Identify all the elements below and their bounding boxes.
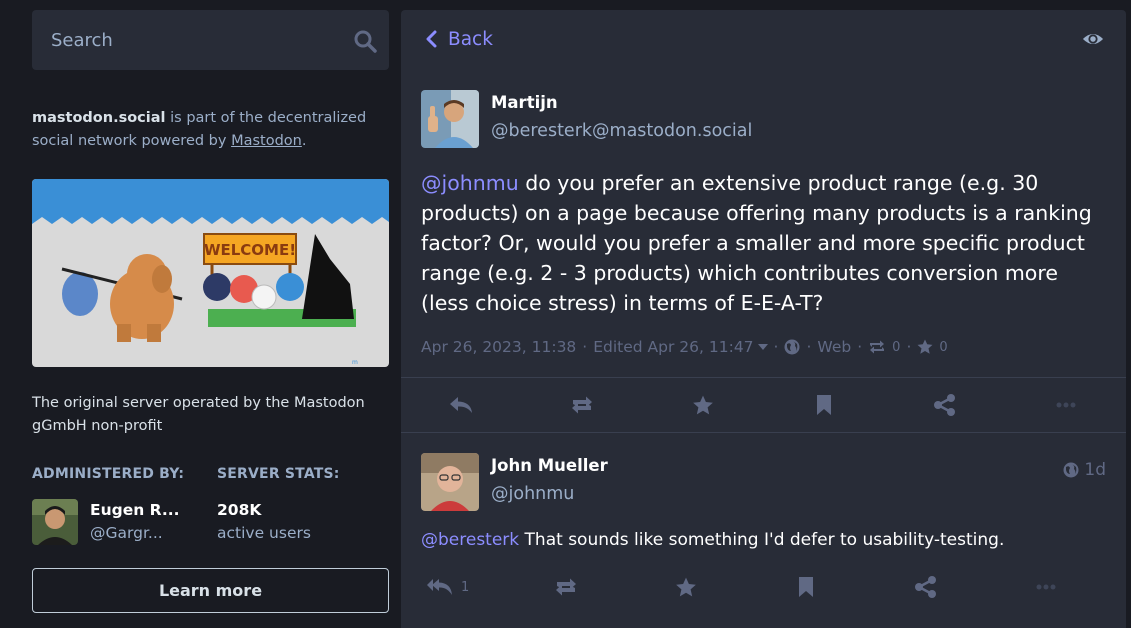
server-hero-image: WELCOME! m xyxy=(32,179,389,367)
server-stats-heading: SERVER STATS: xyxy=(217,466,340,482)
focused-status: Martijn @beresterk@mastodon.social @john… xyxy=(401,68,1126,356)
back-button[interactable]: Back xyxy=(425,29,493,50)
reply-account[interactable]: John Mueller @johnmu xyxy=(421,453,1106,511)
reply-status: John Mueller @johnmu 1d @beresterk That … xyxy=(401,432,1126,605)
reply-all-button[interactable]: 1 xyxy=(421,578,506,596)
active-users-count: 208K xyxy=(217,501,262,519)
thread-column: Back Martijn @beresterk@mastodon.social xyxy=(401,10,1126,628)
reply-mention-link[interactable]: @beresterk xyxy=(421,530,519,550)
meta-separator: · xyxy=(857,338,863,356)
reply-timestamp[interactable]: 1d xyxy=(1063,460,1106,480)
reply-action-bar: 1 xyxy=(421,569,1106,605)
active-users-label: active users xyxy=(217,524,311,542)
bookmark-button[interactable] xyxy=(763,395,884,415)
reply-content: @beresterk That sounds like something I'… xyxy=(421,527,1106,553)
column-header: Back xyxy=(401,10,1126,68)
svg-text:m: m xyxy=(352,359,358,366)
sidebar: mastodon.social is part of the decentral… xyxy=(32,10,389,613)
author-avatar[interactable] xyxy=(421,90,479,148)
server-stats: SERVER STATS: 208K active users xyxy=(217,466,389,545)
welcome-sign-text: WELCOME! xyxy=(204,241,296,259)
back-label: Back xyxy=(448,28,493,50)
author-display-name: Martijn xyxy=(491,93,558,112)
meta-separator: · xyxy=(806,338,812,356)
favourite-button[interactable] xyxy=(643,395,764,416)
reply-button[interactable] xyxy=(401,396,522,414)
server-description: The original server operated by the Mast… xyxy=(32,395,365,434)
edited-label: Edited Apr 26, 11:47 xyxy=(593,338,754,356)
bookmark-icon xyxy=(816,395,831,415)
share-icon xyxy=(915,576,937,598)
boost-icon xyxy=(870,340,885,354)
reply-username: @johnmu xyxy=(491,484,575,504)
bookmark-button[interactable] xyxy=(746,577,866,597)
status-meta: Apr 26, 2023, 11:38 · Edited Apr 26, 11:… xyxy=(421,338,1106,356)
share-button[interactable] xyxy=(866,576,986,598)
administered-by: ADMINISTERED BY: Eugen R... @Gargr... xyxy=(32,466,217,545)
reply-author-avatar[interactable] xyxy=(421,453,479,511)
server-about: mastodon.social is part of the decentral… xyxy=(32,107,389,153)
about-text-end: . xyxy=(301,133,307,149)
mention-link[interactable]: @johnmu xyxy=(421,171,519,195)
eye-icon[interactable] xyxy=(1082,28,1104,50)
mastodon-link[interactable]: Mastodon xyxy=(231,133,302,149)
status-app[interactable]: Web xyxy=(817,338,851,356)
more-button[interactable] xyxy=(986,584,1106,590)
search-input[interactable] xyxy=(32,10,389,70)
caret-down-icon xyxy=(757,344,768,350)
boost-button[interactable] xyxy=(522,396,643,414)
server-info: ADMINISTERED BY: Eugen R... @Gargr... SE… xyxy=(32,466,389,545)
reply-text: That sounds like something I'd defer to … xyxy=(519,530,1005,550)
share-icon xyxy=(933,394,955,416)
reply-icon xyxy=(450,397,473,413)
status-action-bar xyxy=(401,377,1126,432)
search-icon[interactable] xyxy=(353,29,377,53)
status-text: do you prefer an extensive product range… xyxy=(421,171,1092,315)
replies-count: 1 xyxy=(461,579,470,595)
ellipsis-icon xyxy=(1036,584,1056,590)
more-button[interactable] xyxy=(1005,402,1126,408)
meta-separator: · xyxy=(773,338,779,356)
bookmark-icon xyxy=(799,577,814,597)
status-date[interactable]: Apr 26, 2023, 11:38 xyxy=(421,338,576,356)
server-name: mastodon.social xyxy=(32,110,166,126)
favourite-button[interactable] xyxy=(626,577,746,598)
admin-avatar[interactable] xyxy=(32,499,78,545)
chevron-left-icon xyxy=(426,30,437,48)
favourites-count: 0 xyxy=(939,339,948,355)
ellipsis-icon xyxy=(1056,402,1076,408)
star-icon xyxy=(676,577,697,596)
search-box[interactable] xyxy=(32,10,389,70)
boost-button[interactable] xyxy=(506,578,626,596)
reply-all-icon xyxy=(427,579,452,595)
admin-username: @Gargr... xyxy=(90,524,163,542)
boost-icon xyxy=(556,578,577,596)
author-username: @beresterk@mastodon.social xyxy=(491,121,753,141)
administered-by-heading: ADMINISTERED BY: xyxy=(32,466,185,482)
admin-account[interactable]: Eugen R... @Gargr... xyxy=(32,499,217,545)
reply-display-name: John Mueller xyxy=(491,456,608,475)
reply-time: 1d xyxy=(1084,460,1106,480)
boost-icon xyxy=(572,396,593,414)
learn-more-button[interactable]: Learn more xyxy=(32,568,389,613)
star-icon xyxy=(917,339,933,354)
reblogs-count: 0 xyxy=(892,339,901,355)
meta-separator: · xyxy=(906,338,912,356)
share-button[interactable] xyxy=(884,394,1005,416)
globe-icon xyxy=(1063,462,1079,478)
status-content: @johnmu do you prefer an extensive produ… xyxy=(421,168,1106,318)
globe-icon xyxy=(784,339,800,355)
edited-dropdown[interactable]: Edited Apr 26, 11:47 xyxy=(593,338,768,356)
meta-separator: · xyxy=(582,338,588,356)
admin-display-name: Eugen R... xyxy=(90,501,180,519)
status-account[interactable]: Martijn @beresterk@mastodon.social xyxy=(421,90,1106,148)
star-icon xyxy=(693,395,713,414)
